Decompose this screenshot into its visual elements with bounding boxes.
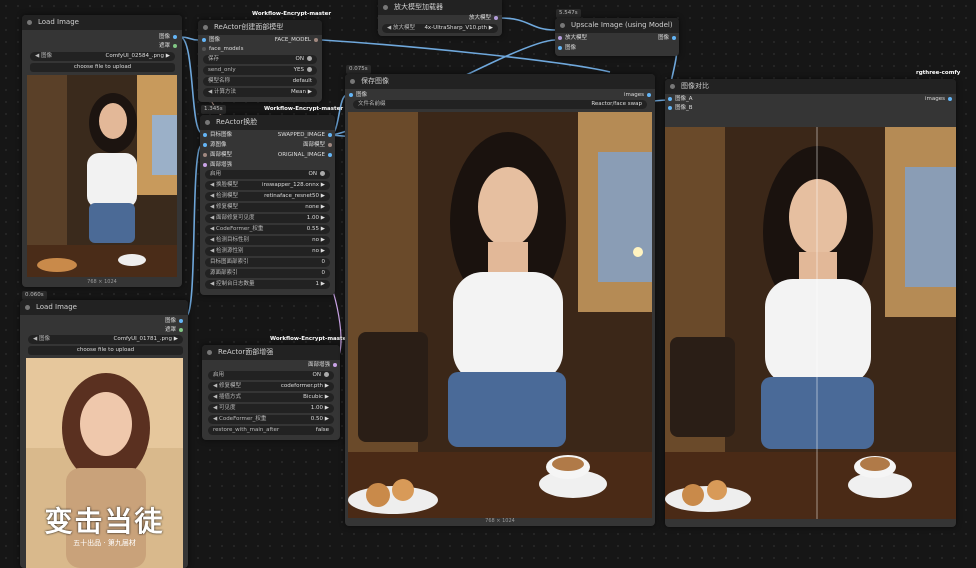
widget-compute-method[interactable]: ◀ 计算方法 Mean ▶	[203, 88, 317, 97]
node-header[interactable]: Upscale Image (using Model)	[555, 18, 679, 33]
widget-restore-model[interactable]: ◀ 修复模型 codeformer.pth ▶	[208, 382, 334, 391]
widget-restore-with-main-after[interactable]: restore_with_main_after false	[208, 426, 334, 435]
input-image[interactable]: 图像	[202, 36, 220, 44]
preview-image	[27, 75, 177, 277]
widget-source-face-index[interactable]: 源面部索引 0	[205, 269, 330, 278]
upscale-model-loader-node[interactable]: 放大模型加载器 放大模型 ◀ 放大模型 4x-UltraSharp_V10.pth…	[378, 0, 502, 36]
input-image-a[interactable]: 图像_A	[668, 95, 693, 103]
widget-enabled[interactable]: 启用 ON	[208, 371, 334, 380]
widget-target-gender[interactable]: ◀ 检测目标性别 no ▶	[205, 236, 330, 245]
output-image[interactable]: 图像	[159, 33, 177, 41]
output-face-model[interactable]: 面部模型	[303, 141, 332, 149]
input-image[interactable]: 图像	[558, 44, 576, 52]
image-select[interactable]: ◀ 图像 ComfyUI_01781_.png ▶	[28, 335, 183, 344]
input-image[interactable]: 图像	[349, 91, 367, 99]
node-header[interactable]: 图像对比	[665, 79, 956, 94]
node-header[interactable]: ReActor换脸	[200, 115, 335, 130]
result-image	[348, 112, 652, 518]
widget-enabled[interactable]: 启用 ON	[205, 170, 330, 179]
reactor-save-face-model-node[interactable]: ReActor创建面部模型 图像 FACE_MODEL face_models …	[198, 20, 322, 102]
image-comparer-node[interactable]: 图像对比 图像_A 图像_B images	[665, 79, 956, 527]
node-header[interactable]: Load Image	[20, 300, 188, 315]
widget-send-only[interactable]: send_only YES	[203, 66, 317, 75]
save-image-node[interactable]: 保存图像 图像 images 文件名前缀 Reactor/face swap 76…	[345, 74, 655, 526]
widget-codeformer-weight[interactable]: ◀ CodeFormer_权重 0.55 ▶	[205, 225, 330, 234]
widget-interpolation[interactable]: ◀ 插值方式 Bicubic ▶	[208, 393, 334, 402]
widget-source-gender[interactable]: ◀ 检测源性别 no ▶	[205, 247, 330, 256]
widget-console-log-level[interactable]: ◀ 控制台日志数量 1 ▶	[205, 280, 330, 289]
node-tag: Workflow-Encrypt-master	[252, 11, 332, 17]
widget-visibility[interactable]: ◀ 可见度 1.00 ▶	[208, 404, 334, 413]
upscale-model-select[interactable]: ◀ 放大模型 4x-UltraSharp_V10.pth ▶	[382, 24, 498, 33]
upscale-image-node[interactable]: Upscale Image (using Model) 放大模型 图像 图像	[555, 18, 679, 56]
filename-prefix-input[interactable]: 文件名前缀 Reactor/face swap	[353, 100, 647, 109]
timing-badge: 1.345s	[201, 105, 226, 114]
input-source-image[interactable]: 源图像	[203, 141, 227, 149]
image-dimensions: 768 × 1024	[87, 279, 117, 285]
poster-title: 变击当徒	[44, 505, 165, 538]
output-image[interactable]: 图像	[658, 34, 676, 42]
node-header[interactable]: 保存图像	[345, 74, 655, 89]
output-face-model[interactable]: FACE_MODEL	[275, 36, 318, 44]
widget-codeformer-weight[interactable]: ◀ CodeFormer_权重 0.50 ▶	[208, 415, 334, 424]
widget-restore-visibility[interactable]: ◀ 面部修复可见度 1.00 ▶	[205, 214, 330, 223]
input-face-model[interactable]: 面部模型	[203, 151, 232, 159]
load-image-node-1[interactable]: Load Image 图像 遮罩 ◀ 图像 ComfyUI_02584_.png …	[22, 15, 182, 287]
node-tag: Workflow-Encrypt-master	[270, 336, 350, 342]
timing-badge: 5.547s	[556, 9, 581, 18]
widget-detect-model[interactable]: ◀ 检测模型 retinaface_resnet50 ▶	[205, 192, 330, 201]
preview-image: 变击当徒 五十出品 · 第九届材	[26, 358, 183, 568]
upload-button[interactable]: choose file to upload	[30, 63, 175, 72]
timing-badge: 0.060s	[22, 291, 47, 300]
widget-save[interactable]: 保存 ON	[203, 55, 317, 64]
poster-subtitle: 五十出品 · 第九届材	[73, 539, 136, 547]
widget-swap-model[interactable]: ◀ 换脸模型 inswapper_128.onnx ▶	[205, 181, 330, 190]
reactor-swap-node[interactable]: ReActor换脸 目标图像 源图像 面部模型 面部增强 SWAPPED_IMA…	[200, 115, 335, 295]
output-images[interactable]: images	[925, 95, 952, 103]
timing-badge: 0.075s	[346, 65, 371, 74]
output-images[interactable]: images	[624, 91, 651, 99]
output-upscale-model[interactable]: 放大模型	[469, 14, 498, 22]
output-swapped-image[interactable]: SWAPPED_IMAGE	[278, 131, 332, 139]
load-image-node-2[interactable]: Load Image 图像 遮罩 ◀ 图像 ComfyUI_01781_.png …	[20, 300, 188, 568]
node-tag: rgthree-comfy	[916, 70, 961, 76]
input-face-boost[interactable]: 面部增强	[203, 161, 232, 169]
comparison-image[interactable]	[665, 127, 956, 519]
output-face-boost[interactable]: 面部增强	[308, 361, 337, 369]
widget-model-name[interactable]: 模型名称 default	[203, 77, 317, 86]
node-tag: Workflow-Encrypt-master	[264, 106, 344, 112]
node-header[interactable]: Load Image	[22, 15, 182, 30]
widget-restore-model[interactable]: ◀ 修复模型 none ▶	[205, 203, 330, 212]
image-dimensions: 768 × 1024	[485, 518, 515, 524]
output-mask[interactable]: 遮罩	[159, 42, 177, 50]
node-header[interactable]: ReActor创建面部模型	[198, 20, 322, 35]
reactor-face-restore-node[interactable]: ReActor面部增强 面部增强 启用 ON ◀ 修复模型 codeformer.p…	[202, 345, 340, 440]
output-original-image[interactable]: ORIGINAL_IMAGE	[278, 151, 332, 159]
upload-button[interactable]: choose file to upload	[28, 346, 183, 355]
output-mask[interactable]: 遮罩	[165, 326, 183, 334]
widget-target-face-index[interactable]: 目标图面部索引 0	[205, 258, 330, 267]
image-select[interactable]: ◀ 图像 ComfyUI_02584_.png ▶	[30, 52, 175, 61]
output-image[interactable]: 图像	[165, 317, 183, 325]
node-header[interactable]: 放大模型加载器	[378, 0, 502, 15]
input-target-image[interactable]: 目标图像	[203, 131, 232, 139]
node-header[interactable]: ReActor面部增强	[202, 345, 340, 360]
input-face-models[interactable]: face_models	[202, 45, 243, 53]
input-upscale-model[interactable]: 放大模型	[558, 34, 587, 42]
input-image-b[interactable]: 图像_B	[668, 104, 693, 112]
